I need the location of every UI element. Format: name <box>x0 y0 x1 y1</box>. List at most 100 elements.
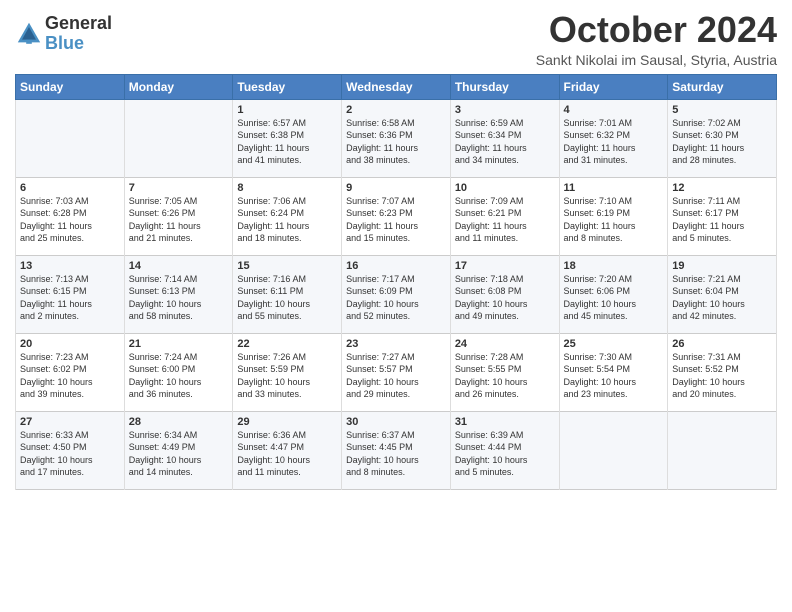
calendar-body: 1Sunrise: 6:57 AM Sunset: 6:38 PM Daylig… <box>16 99 777 489</box>
calendar-cell: 8Sunrise: 7:06 AM Sunset: 6:24 PM Daylig… <box>233 177 342 255</box>
day-number: 4 <box>564 104 664 116</box>
calendar-cell: 4Sunrise: 7:01 AM Sunset: 6:32 PM Daylig… <box>559 99 668 177</box>
calendar-cell: 13Sunrise: 7:13 AM Sunset: 6:15 PM Dayli… <box>16 255 125 333</box>
day-number: 21 <box>129 338 229 350</box>
day-info: Sunrise: 6:36 AM Sunset: 4:47 PM Dayligh… <box>237 429 337 479</box>
day-info: Sunrise: 7:06 AM Sunset: 6:24 PM Dayligh… <box>237 195 337 245</box>
day-info: Sunrise: 7:02 AM Sunset: 6:30 PM Dayligh… <box>672 117 772 167</box>
day-info: Sunrise: 6:33 AM Sunset: 4:50 PM Dayligh… <box>20 429 120 479</box>
day-info: Sunrise: 6:39 AM Sunset: 4:44 PM Dayligh… <box>455 429 555 479</box>
day-number: 26 <box>672 338 772 350</box>
calendar-cell: 9Sunrise: 7:07 AM Sunset: 6:23 PM Daylig… <box>342 177 451 255</box>
calendar-week-row: 27Sunrise: 6:33 AM Sunset: 4:50 PM Dayli… <box>16 411 777 489</box>
calendar-cell <box>668 411 777 489</box>
calendar-cell: 26Sunrise: 7:31 AM Sunset: 5:52 PM Dayli… <box>668 333 777 411</box>
calendar-week-row: 20Sunrise: 7:23 AM Sunset: 6:02 PM Dayli… <box>16 333 777 411</box>
day-info: Sunrise: 7:18 AM Sunset: 6:08 PM Dayligh… <box>455 273 555 323</box>
weekday-header: Tuesday <box>233 74 342 99</box>
day-number: 23 <box>346 338 446 350</box>
day-number: 30 <box>346 416 446 428</box>
weekday-header: Monday <box>124 74 233 99</box>
day-number: 25 <box>564 338 664 350</box>
calendar-week-row: 1Sunrise: 6:57 AM Sunset: 6:38 PM Daylig… <box>16 99 777 177</box>
day-number: 11 <box>564 182 664 194</box>
day-number: 24 <box>455 338 555 350</box>
header-row: SundayMondayTuesdayWednesdayThursdayFrid… <box>16 74 777 99</box>
day-info: Sunrise: 7:17 AM Sunset: 6:09 PM Dayligh… <box>346 273 446 323</box>
calendar-cell: 11Sunrise: 7:10 AM Sunset: 6:19 PM Dayli… <box>559 177 668 255</box>
day-number: 22 <box>237 338 337 350</box>
day-number: 10 <box>455 182 555 194</box>
calendar-cell: 7Sunrise: 7:05 AM Sunset: 6:26 PM Daylig… <box>124 177 233 255</box>
calendar-header: SundayMondayTuesdayWednesdayThursdayFrid… <box>16 74 777 99</box>
day-info: Sunrise: 7:26 AM Sunset: 5:59 PM Dayligh… <box>237 351 337 401</box>
day-info: Sunrise: 7:28 AM Sunset: 5:55 PM Dayligh… <box>455 351 555 401</box>
day-info: Sunrise: 7:31 AM Sunset: 5:52 PM Dayligh… <box>672 351 772 401</box>
title-block: October 2024 Sankt Nikolai im Sausal, St… <box>536 10 777 68</box>
day-number: 9 <box>346 182 446 194</box>
calendar-cell: 2Sunrise: 6:58 AM Sunset: 6:36 PM Daylig… <box>342 99 451 177</box>
calendar-cell <box>124 99 233 177</box>
day-info: Sunrise: 6:57 AM Sunset: 6:38 PM Dayligh… <box>237 117 337 167</box>
month-title: October 2024 <box>536 10 777 50</box>
day-info: Sunrise: 6:59 AM Sunset: 6:34 PM Dayligh… <box>455 117 555 167</box>
calendar-cell <box>16 99 125 177</box>
day-info: Sunrise: 7:20 AM Sunset: 6:06 PM Dayligh… <box>564 273 664 323</box>
calendar-cell: 18Sunrise: 7:20 AM Sunset: 6:06 PM Dayli… <box>559 255 668 333</box>
day-info: Sunrise: 7:16 AM Sunset: 6:11 PM Dayligh… <box>237 273 337 323</box>
day-info: Sunrise: 7:05 AM Sunset: 6:26 PM Dayligh… <box>129 195 229 245</box>
day-info: Sunrise: 7:21 AM Sunset: 6:04 PM Dayligh… <box>672 273 772 323</box>
logo-line1: General <box>45 14 112 34</box>
day-number: 14 <box>129 260 229 272</box>
day-number: 3 <box>455 104 555 116</box>
calendar-cell: 12Sunrise: 7:11 AM Sunset: 6:17 PM Dayli… <box>668 177 777 255</box>
day-number: 2 <box>346 104 446 116</box>
day-number: 29 <box>237 416 337 428</box>
calendar-cell: 23Sunrise: 7:27 AM Sunset: 5:57 PM Dayli… <box>342 333 451 411</box>
day-number: 13 <box>20 260 120 272</box>
location-subtitle: Sankt Nikolai im Sausal, Styria, Austria <box>536 52 777 68</box>
logo-icon <box>15 20 43 48</box>
day-number: 7 <box>129 182 229 194</box>
day-number: 28 <box>129 416 229 428</box>
calendar-cell: 25Sunrise: 7:30 AM Sunset: 5:54 PM Dayli… <box>559 333 668 411</box>
logo-line2: Blue <box>45 33 84 53</box>
calendar-cell: 20Sunrise: 7:23 AM Sunset: 6:02 PM Dayli… <box>16 333 125 411</box>
logo: General Blue <box>15 14 112 54</box>
day-info: Sunrise: 7:14 AM Sunset: 6:13 PM Dayligh… <box>129 273 229 323</box>
day-number: 5 <box>672 104 772 116</box>
day-info: Sunrise: 7:24 AM Sunset: 6:00 PM Dayligh… <box>129 351 229 401</box>
calendar-cell: 22Sunrise: 7:26 AM Sunset: 5:59 PM Dayli… <box>233 333 342 411</box>
logo-text: General Blue <box>45 14 112 54</box>
weekday-header: Saturday <box>668 74 777 99</box>
calendar-cell: 17Sunrise: 7:18 AM Sunset: 6:08 PM Dayli… <box>450 255 559 333</box>
header: General Blue October 2024 Sankt Nikolai … <box>15 10 777 68</box>
day-info: Sunrise: 7:23 AM Sunset: 6:02 PM Dayligh… <box>20 351 120 401</box>
day-number: 6 <box>20 182 120 194</box>
day-number: 27 <box>20 416 120 428</box>
calendar-cell: 21Sunrise: 7:24 AM Sunset: 6:00 PM Dayli… <box>124 333 233 411</box>
calendar-cell: 3Sunrise: 6:59 AM Sunset: 6:34 PM Daylig… <box>450 99 559 177</box>
weekday-header: Friday <box>559 74 668 99</box>
calendar-cell: 28Sunrise: 6:34 AM Sunset: 4:49 PM Dayli… <box>124 411 233 489</box>
calendar-cell: 27Sunrise: 6:33 AM Sunset: 4:50 PM Dayli… <box>16 411 125 489</box>
calendar-cell: 10Sunrise: 7:09 AM Sunset: 6:21 PM Dayli… <box>450 177 559 255</box>
page: General Blue October 2024 Sankt Nikolai … <box>0 0 792 612</box>
day-info: Sunrise: 6:58 AM Sunset: 6:36 PM Dayligh… <box>346 117 446 167</box>
calendar-cell: 5Sunrise: 7:02 AM Sunset: 6:30 PM Daylig… <box>668 99 777 177</box>
calendar-cell: 19Sunrise: 7:21 AM Sunset: 6:04 PM Dayli… <box>668 255 777 333</box>
calendar-table: SundayMondayTuesdayWednesdayThursdayFrid… <box>15 74 777 490</box>
calendar-cell <box>559 411 668 489</box>
day-number: 1 <box>237 104 337 116</box>
day-info: Sunrise: 6:34 AM Sunset: 4:49 PM Dayligh… <box>129 429 229 479</box>
calendar-cell: 31Sunrise: 6:39 AM Sunset: 4:44 PM Dayli… <box>450 411 559 489</box>
calendar-cell: 30Sunrise: 6:37 AM Sunset: 4:45 PM Dayli… <box>342 411 451 489</box>
day-number: 16 <box>346 260 446 272</box>
day-info: Sunrise: 6:37 AM Sunset: 4:45 PM Dayligh… <box>346 429 446 479</box>
calendar-cell: 14Sunrise: 7:14 AM Sunset: 6:13 PM Dayli… <box>124 255 233 333</box>
day-info: Sunrise: 7:30 AM Sunset: 5:54 PM Dayligh… <box>564 351 664 401</box>
day-number: 17 <box>455 260 555 272</box>
weekday-header: Wednesday <box>342 74 451 99</box>
day-number: 15 <box>237 260 337 272</box>
calendar-cell: 16Sunrise: 7:17 AM Sunset: 6:09 PM Dayli… <box>342 255 451 333</box>
